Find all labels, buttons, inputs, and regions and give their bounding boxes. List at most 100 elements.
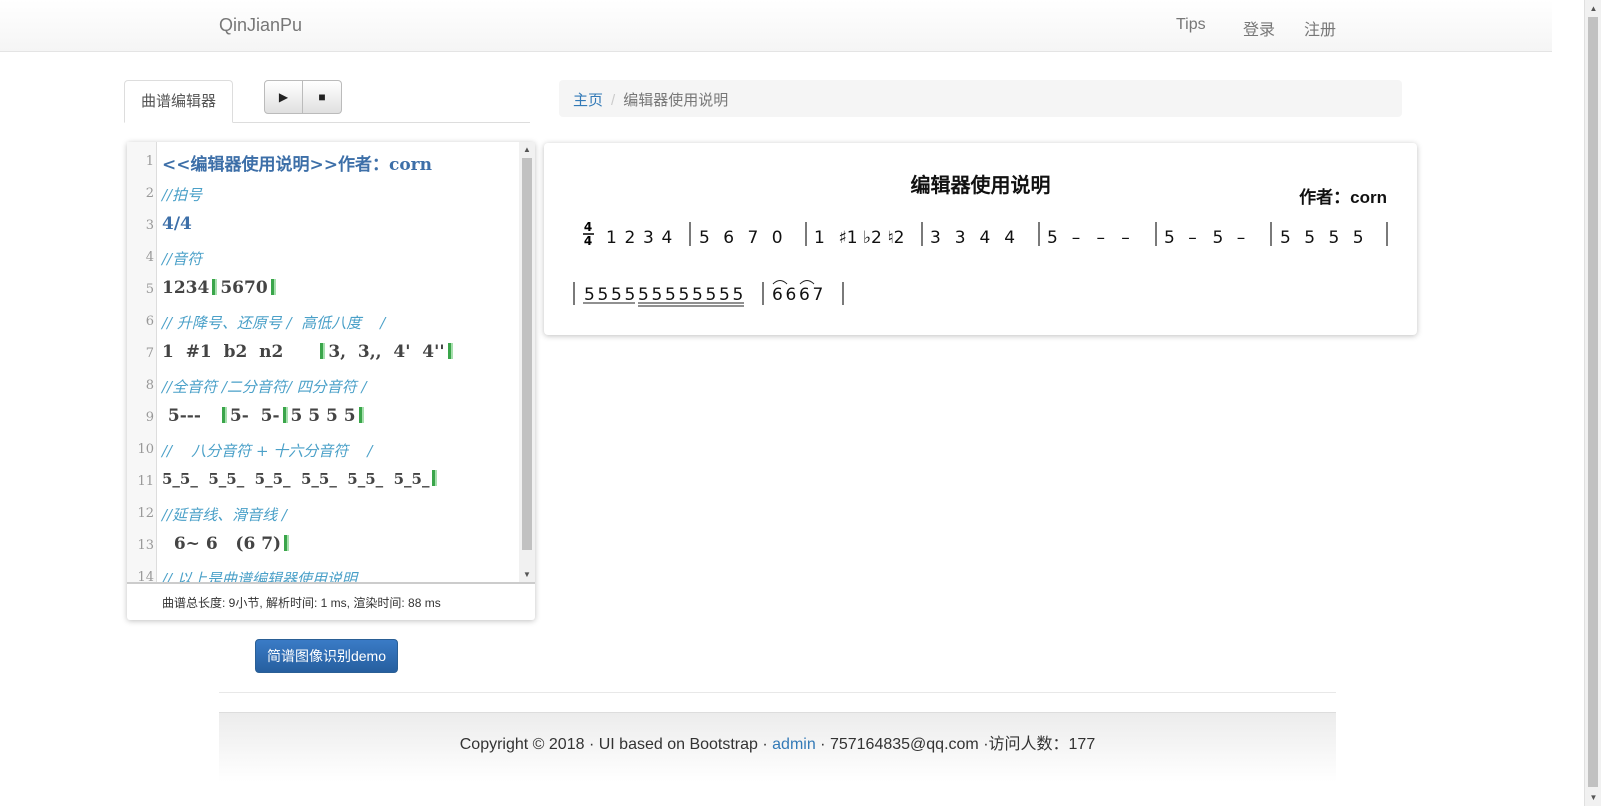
score-note: 0 [772,228,783,248]
breadcrumb-separator: / [611,92,616,109]
score-note: 6 [799,285,810,305]
breadcrumb-home-link[interactable]: 主页 [573,92,603,109]
code-area[interactable]: 1 <<编辑器使用说明>>作者：corn 2 //拍号 3 4/4 4 //音符… [127,142,519,582]
score-note: 4 [980,228,991,248]
code-line: 1 <<编辑器使用说明>>作者：corn [127,146,519,178]
nav-login-link[interactable]: 登录 [1243,16,1275,40]
time-sig-top: 4 [584,220,592,234]
line-number: 2 [145,186,154,201]
code-line: 12 //延音线、滑音线 / [127,498,519,530]
score-note: – [1072,228,1081,248]
editor-scroll-up-icon[interactable]: ▲ [519,145,535,154]
score-note: 5 [679,285,690,305]
scroll-up-icon[interactable]: ▲ [1585,4,1601,13]
score-note: 5 [1329,228,1340,248]
score-note: – [1237,228,1246,248]
barline-marker [358,407,364,423]
stop-icon: ■ [318,90,326,104]
barline-marker [284,535,290,551]
score-note: 3 [643,228,654,248]
code-line: 2 //拍号 [127,178,519,210]
code-comment: // 八分音符 + 十六分音符 / [162,442,373,460]
score-note: 5 [665,285,676,305]
score-note: 5 [692,285,703,305]
code-editor[interactable]: 1 <<编辑器使用说明>>作者：corn 2 //拍号 3 4/4 4 //音符… [127,142,535,620]
line-number: 9 [145,410,154,425]
line-number: 14 [137,570,154,582]
line-number: 1 [145,154,154,169]
code-comment: // 以上是曲谱编辑器使用说明 [162,570,357,582]
line-number: 8 [145,378,154,393]
score-note: – [1097,228,1106,248]
score-note: 3 [930,228,941,248]
line-number: 11 [137,474,154,489]
code-text: 1 #1 b2 n2 3, 3,, 4' 4'' [162,342,456,362]
editor-status-bar: 曲谱总长度: 9小节, 解析时间: 1 ms, 渲染时间: 88 ms [127,582,535,620]
line-number: 4 [145,250,154,265]
navbar: QinJianPu Tips 登录 注册 [0,0,1552,52]
editor-scrollbar[interactable]: ▲ ▼ [519,142,535,582]
score-notation: 44 1 2 3 4 5 6 7 0 1 ♯1 ♭2 ♮2 3 3 4 4 5– – –5–5–5 5 5 55 5 5 5 5 5 5… [573,220,1388,307]
score-note: 5 [598,285,609,305]
barline-marker [447,343,453,359]
barline-marker [432,470,438,486]
score-note: 5 [1047,228,1058,248]
line-number: 5 [145,282,154,297]
score-note: 5 [1280,228,1291,248]
score-note: ♯1 [839,228,858,248]
code-text: 5_5_ 5_5_ 5_5_ 5_5_ 5_5_ 5_5_ [162,470,440,488]
stop-button[interactable]: ■ [303,80,342,114]
editor-scroll-down-icon[interactable]: ▼ [519,570,535,579]
line-number: 3 [145,218,154,233]
nav-register-link[interactable]: 注册 [1304,16,1336,40]
barline-marker [282,407,288,423]
score-note: 3 [955,228,966,248]
score-note: 7 [748,228,759,248]
score-note: 5 [1213,228,1224,248]
score-note: 1 [606,228,617,248]
score-note: ♭2 [863,228,882,248]
playback-controls: ▶ ■ [264,80,342,114]
code-line: 14 // 以上是曲谱编辑器使用说明 [127,562,519,582]
line-number: 10 [137,442,154,457]
slur-arc [799,280,815,285]
brand-link[interactable]: QinJianPu [219,15,302,36]
code-text: <<编辑器使用说明>>作者：corn [162,155,432,175]
play-button[interactable]: ▶ [264,80,303,114]
score-note: 5 [699,228,710,248]
code-line: 4 //音符 [127,242,519,274]
score-note: 6 [786,285,797,305]
code-line: 3 4/4 [127,210,519,242]
score-note: – [1188,228,1197,248]
time-sig-bottom: 4 [584,234,592,248]
score-panel: 编辑器使用说明 作者：corn 4 4 1 2 3 4 5 6 7 0 1 ♯1 ♭2 ♮2 3 3 4 4 5– –… [544,143,1417,335]
image-recognition-demo-button[interactable]: 简谱图像识别demo [255,639,398,673]
barline-marker [320,343,326,359]
code-comment: //全音符 /二分音符/ 四分音符 / [162,378,367,396]
score-note: 5 [611,285,622,305]
line-number: 13 [137,538,154,553]
line-number: 12 [137,506,154,521]
footer-admin-link[interactable]: admin [772,736,816,753]
barline-marker [270,279,276,295]
footer-copyright: Copyright © 2018 · UI based on Bootstrap… [459,736,773,753]
footer-divider [219,692,1336,693]
tie-arc [772,280,788,285]
page-scrollbar[interactable]: ▲ ▼ [1584,0,1601,806]
code-line: 8 //全音符 /二分音符/ 四分音符 / [127,370,519,402]
scrollbar-thumb[interactable] [1588,17,1598,787]
scroll-down-icon[interactable]: ▼ [1585,793,1601,802]
editor-scrollbar-thumb[interactable] [522,158,532,550]
code-line: 11 5_5_ 5_5_ 5_5_ 5_5_ 5_5_ 5_5_ [127,466,519,498]
code-line: 13 6~ 6 (6 7) [127,530,519,562]
nav-tips-link[interactable]: Tips [1176,16,1206,34]
tab-score-editor[interactable]: 曲谱编辑器 [124,80,233,123]
line-number: 6 [145,314,154,329]
score-note: 5 [719,285,730,305]
score-note: 5 [1353,228,1364,248]
code-comment: //音符 [162,250,203,268]
score-note: – [1121,228,1130,248]
score-note: 7 [813,285,824,305]
code-comment: //拍号 [162,186,203,204]
barline-marker [221,407,227,423]
